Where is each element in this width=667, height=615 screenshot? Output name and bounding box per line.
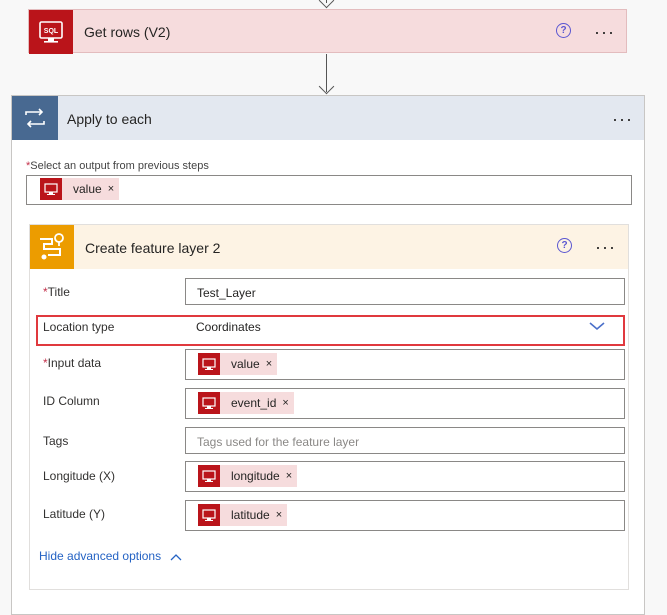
middle-connector-arrow [318,78,335,95]
latitude-field[interactable]: latitude × [185,500,625,531]
tags-input[interactable]: Tags used for the feature layer [185,427,625,454]
value-token-remove-icon[interactable]: × [102,183,119,195]
location-type-highlight [36,315,625,346]
id-column-token-label: event_id [231,396,277,410]
sql-token-icon [198,504,220,526]
latitude-token-label: latitude [231,508,270,522]
title-input[interactable]: Test_Layer [185,278,625,305]
get-rows-title[interactable]: Get rows (V2) [84,24,170,40]
feature-layer-help-icon[interactable]: ? [557,238,572,253]
create-feature-layer-header[interactable]: Create feature layer 2 ? ··· [30,225,628,269]
title-value: Test_Layer [197,286,256,300]
value-token[interactable]: value × [40,178,120,200]
tags-label: Tags [43,434,69,448]
id-column-token-remove-icon[interactable]: × [276,397,293,409]
sql-icon-text: SQL [44,28,59,35]
apply-to-each-title[interactable]: Apply to each [67,111,152,127]
longitude-token[interactable]: longitude × [198,465,298,487]
id-column-token[interactable]: event_id × [198,392,294,414]
sql-server-icon: SQL [29,10,73,54]
map-layer-icon [30,225,74,269]
apply-to-each-header[interactable]: Apply to each ··· [12,96,644,140]
latitude-token[interactable]: latitude × [198,504,288,526]
create-feature-layer-title[interactable]: Create feature layer 2 [85,240,220,256]
longitude-field[interactable]: longitude × [185,461,625,492]
id-column-field[interactable]: event_id × [185,388,625,419]
input-data-label-text: Input data [47,356,102,370]
input-data-label: *Input data [43,356,101,370]
hide-advanced-options-link[interactable]: Hide advanced options [39,549,182,564]
longitude-token-label: longitude [231,469,280,483]
input-data-token-remove-icon[interactable]: × [260,358,277,370]
input-data-token-label: value [231,357,260,371]
sql-token-icon [198,392,220,414]
latitude-label: Latitude (Y) [43,507,106,521]
top-connector-arrow [318,0,335,9]
input-data-token[interactable]: value × [198,353,278,375]
title-label: *Title [43,285,70,299]
id-column-label: ID Column [43,394,100,408]
apply-to-each-container: Apply to each ··· *Select an output from… [11,95,645,615]
tags-placeholder: Tags used for the feature layer [197,435,360,449]
sql-token-icon [40,178,62,200]
input-data-field[interactable]: value × [185,349,625,380]
select-output-label: *Select an output from previous steps [26,160,209,172]
sql-token-icon [198,465,220,487]
get-rows-help-icon[interactable]: ? [556,23,571,38]
latitude-token-remove-icon[interactable]: × [270,509,287,521]
get-rows-card[interactable]: SQL Get rows (V2) ? ··· [28,9,627,54]
apply-to-each-more-icon[interactable]: ··· [612,110,633,128]
longitude-token-remove-icon[interactable]: × [280,470,297,482]
feature-layer-more-icon[interactable]: ··· [595,238,616,256]
loop-icon [12,96,58,140]
value-token-label: value [73,182,102,196]
get-rows-more-icon[interactable]: ··· [594,23,615,41]
longitude-label: Longitude (X) [43,469,116,483]
select-output-field[interactable]: value × [26,175,632,205]
chevron-up-icon [170,550,182,564]
select-output-label-text: Select an output from previous steps [30,160,209,172]
hide-advanced-options-text: Hide advanced options [39,549,162,563]
sql-token-icon [198,353,220,375]
create-feature-layer-card: Create feature layer 2 ? ··· *Title Test… [29,224,629,590]
title-label-text: Title [47,285,70,299]
